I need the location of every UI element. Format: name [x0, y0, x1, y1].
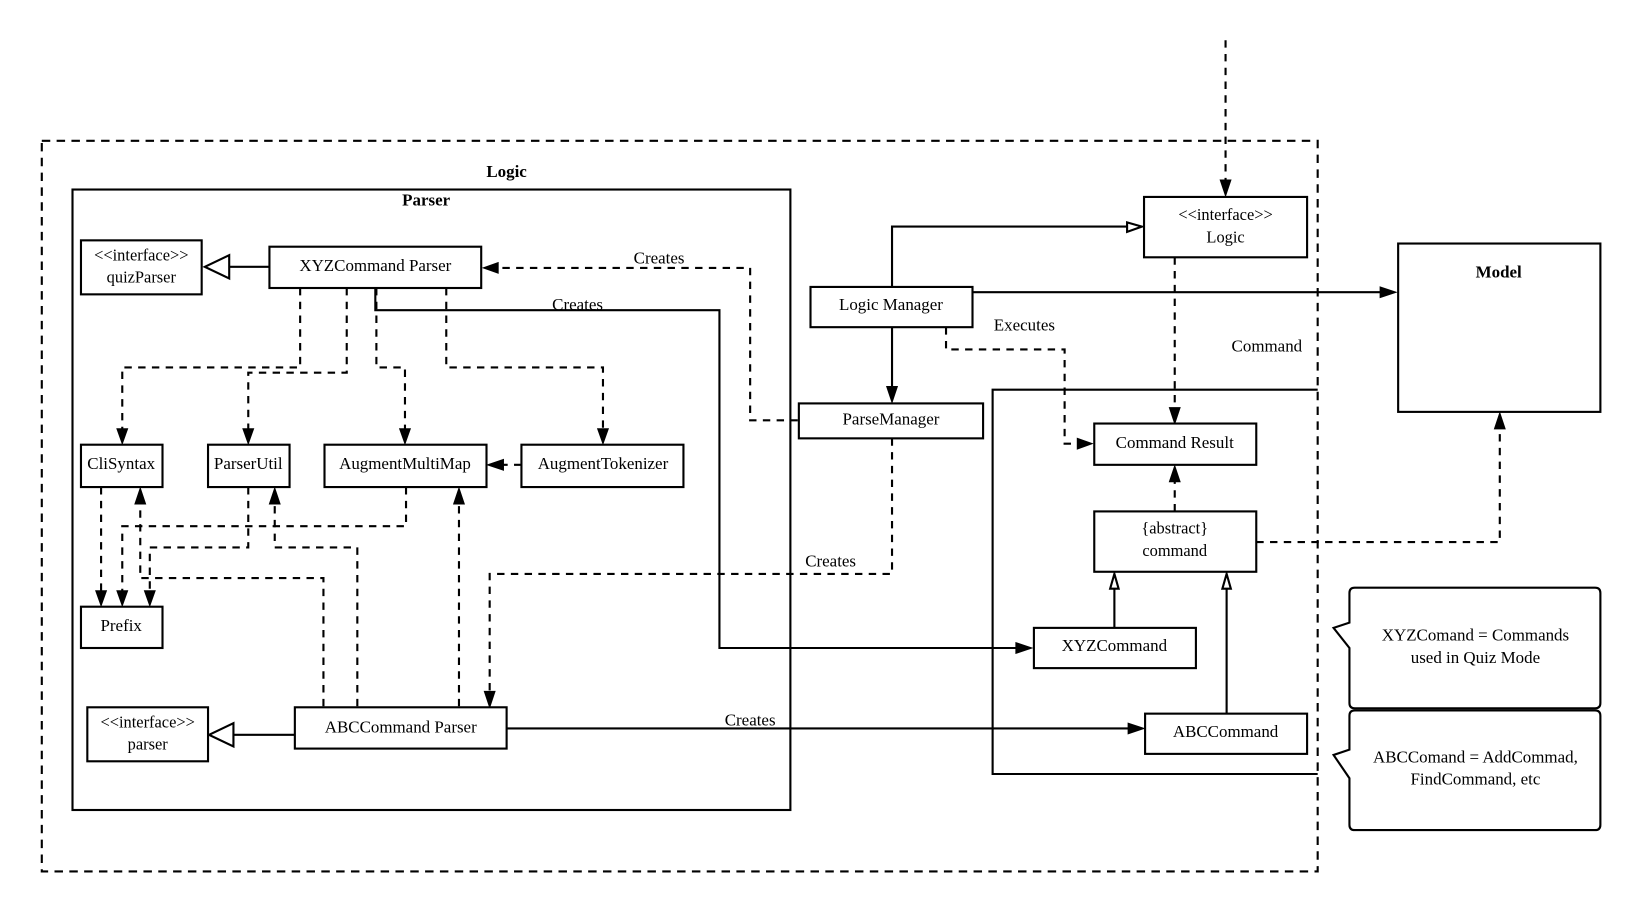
class-logic-interface[interactable]: <<interface>> Logic — [1142, 195, 1309, 259]
class-parse-manager[interactable]: ParseManager — [797, 402, 985, 440]
class-parser-interface[interactable]: <<interface>> parser — [86, 706, 210, 763]
note-xyzcommand: XYZComand = Commands used in Quiz Mode — [1331, 586, 1602, 710]
arrowhead — [1219, 179, 1232, 198]
stereotype-label: {abstract} — [1141, 519, 1208, 538]
arrowhead — [95, 590, 108, 608]
class-name: XYZCommand — [1062, 636, 1168, 655]
arrowhead — [116, 428, 129, 446]
edge-parserutil-to-prefix — [148, 487, 250, 592]
class-name: ParserUtil — [214, 454, 283, 473]
class-logic-manager[interactable]: Logic Manager — [809, 285, 974, 329]
hollow-triangle — [1108, 570, 1121, 590]
parser-frame-title: Parser — [402, 190, 450, 209]
arrowhead — [1168, 464, 1181, 483]
edge-multimap-to-prefix — [121, 487, 408, 592]
class-name: Logic — [1206, 227, 1244, 246]
class-parserutil[interactable]: ParserUtil — [206, 443, 291, 489]
hollow-triangle — [1126, 220, 1146, 234]
class-name: command — [1142, 541, 1207, 560]
arrowhead — [483, 690, 496, 709]
arrowhead — [1015, 641, 1034, 655]
arrowhead — [143, 590, 156, 608]
arrowhead — [452, 486, 465, 505]
class-abccommand[interactable]: ABCCommand — [1144, 712, 1309, 755]
class-augmentmultimap[interactable]: AugmentMultiMap — [323, 443, 488, 489]
edge-xyzparser-to-parserutil — [247, 288, 348, 430]
edge-label-executes: Executes — [994, 315, 1055, 334]
class-name: Command Result — [1116, 433, 1234, 452]
edge-abcparser-to-clisyntax — [139, 502, 325, 707]
edge-parsemanager-creates-xyzparser — [497, 266, 798, 422]
arrowhead — [1493, 411, 1506, 430]
logic-class-diagram: Logic Parser Command Model Creates Creat… — [40, 40, 1602, 873]
arrowhead — [242, 428, 255, 446]
hollow-triangle — [202, 253, 231, 281]
logic-frame-title: Logic — [486, 162, 527, 181]
hollow-triangle — [1220, 570, 1233, 590]
arrowhead — [1076, 437, 1094, 450]
arrowhead — [886, 385, 899, 405]
edge-command-to-model — [1256, 428, 1501, 544]
note-line: FindCommand, etc — [1411, 770, 1541, 789]
class-xyzcommand[interactable]: XYZCommand — [1032, 626, 1197, 670]
class-abccommand-parser[interactable]: ABCCommand Parser — [293, 706, 508, 750]
class-name: AugmentMultiMap — [339, 454, 471, 473]
arrowhead — [134, 486, 147, 505]
edge-label-creates: Creates — [552, 295, 603, 314]
arrowhead — [398, 428, 412, 446]
arrowhead — [116, 590, 129, 608]
stereotype-label: <<interface>> — [100, 712, 194, 731]
note-line: XYZComand = Commands — [1382, 626, 1569, 645]
class-clisyntax[interactable]: CliSyntax — [79, 443, 164, 489]
edge-label-creates: Creates — [634, 249, 685, 268]
edge-label-creates: Creates — [725, 710, 776, 729]
command-frame-title: Command — [1232, 337, 1303, 356]
arrowhead — [596, 428, 610, 446]
class-abstract-command[interactable]: {abstract} command — [1093, 510, 1258, 573]
stereotype-label: <<interface>> — [94, 245, 188, 264]
class-name: ABCCommand Parser — [325, 718, 477, 737]
class-name: ParseManager — [843, 410, 940, 429]
class-name: quizParser — [107, 268, 177, 287]
class-quizparser-interface[interactable]: <<interface>> quizParser — [79, 239, 203, 296]
arrowhead — [1168, 407, 1181, 426]
arrowhead — [1379, 286, 1398, 299]
arrowhead — [481, 261, 499, 274]
arrowhead — [1127, 722, 1146, 735]
class-name: Logic Manager — [839, 295, 943, 314]
arrowhead — [268, 486, 281, 505]
edge-label-creates: Creates — [805, 551, 856, 570]
class-name: parser — [128, 735, 169, 754]
note-line: used in Quiz Mode — [1411, 648, 1540, 667]
class-xyzcommand-parser[interactable]: XYZCommand Parser — [268, 245, 483, 290]
class-augmenttokenizer[interactable]: AugmentTokenizer — [520, 443, 685, 489]
class-prefix[interactable]: Prefix — [79, 605, 164, 650]
note-abccommand: ABCComand = AddCommad, FindCommand, etc — [1331, 709, 1602, 832]
stereotype-label: <<interface>> — [1178, 205, 1272, 224]
class-name: CliSyntax — [87, 454, 155, 473]
note-line: ABCComand = AddCommad, — [1373, 747, 1578, 766]
edge-logicmanager-realizes-logic — [890, 225, 1128, 287]
class-name: AugmentTokenizer — [538, 454, 669, 473]
arrowhead — [485, 458, 504, 471]
edge-xyzparser-to-clisyntax — [121, 288, 302, 430]
class-name: Prefix — [101, 616, 143, 635]
class-command-result[interactable]: Command Result — [1093, 422, 1258, 466]
class-name: XYZCommand Parser — [299, 256, 451, 275]
hollow-triangle — [206, 721, 235, 749]
class-name: ABCCommand — [1173, 722, 1279, 741]
model-frame-title: Model — [1476, 262, 1522, 281]
edge-abcparser-to-parserutil — [273, 502, 359, 707]
